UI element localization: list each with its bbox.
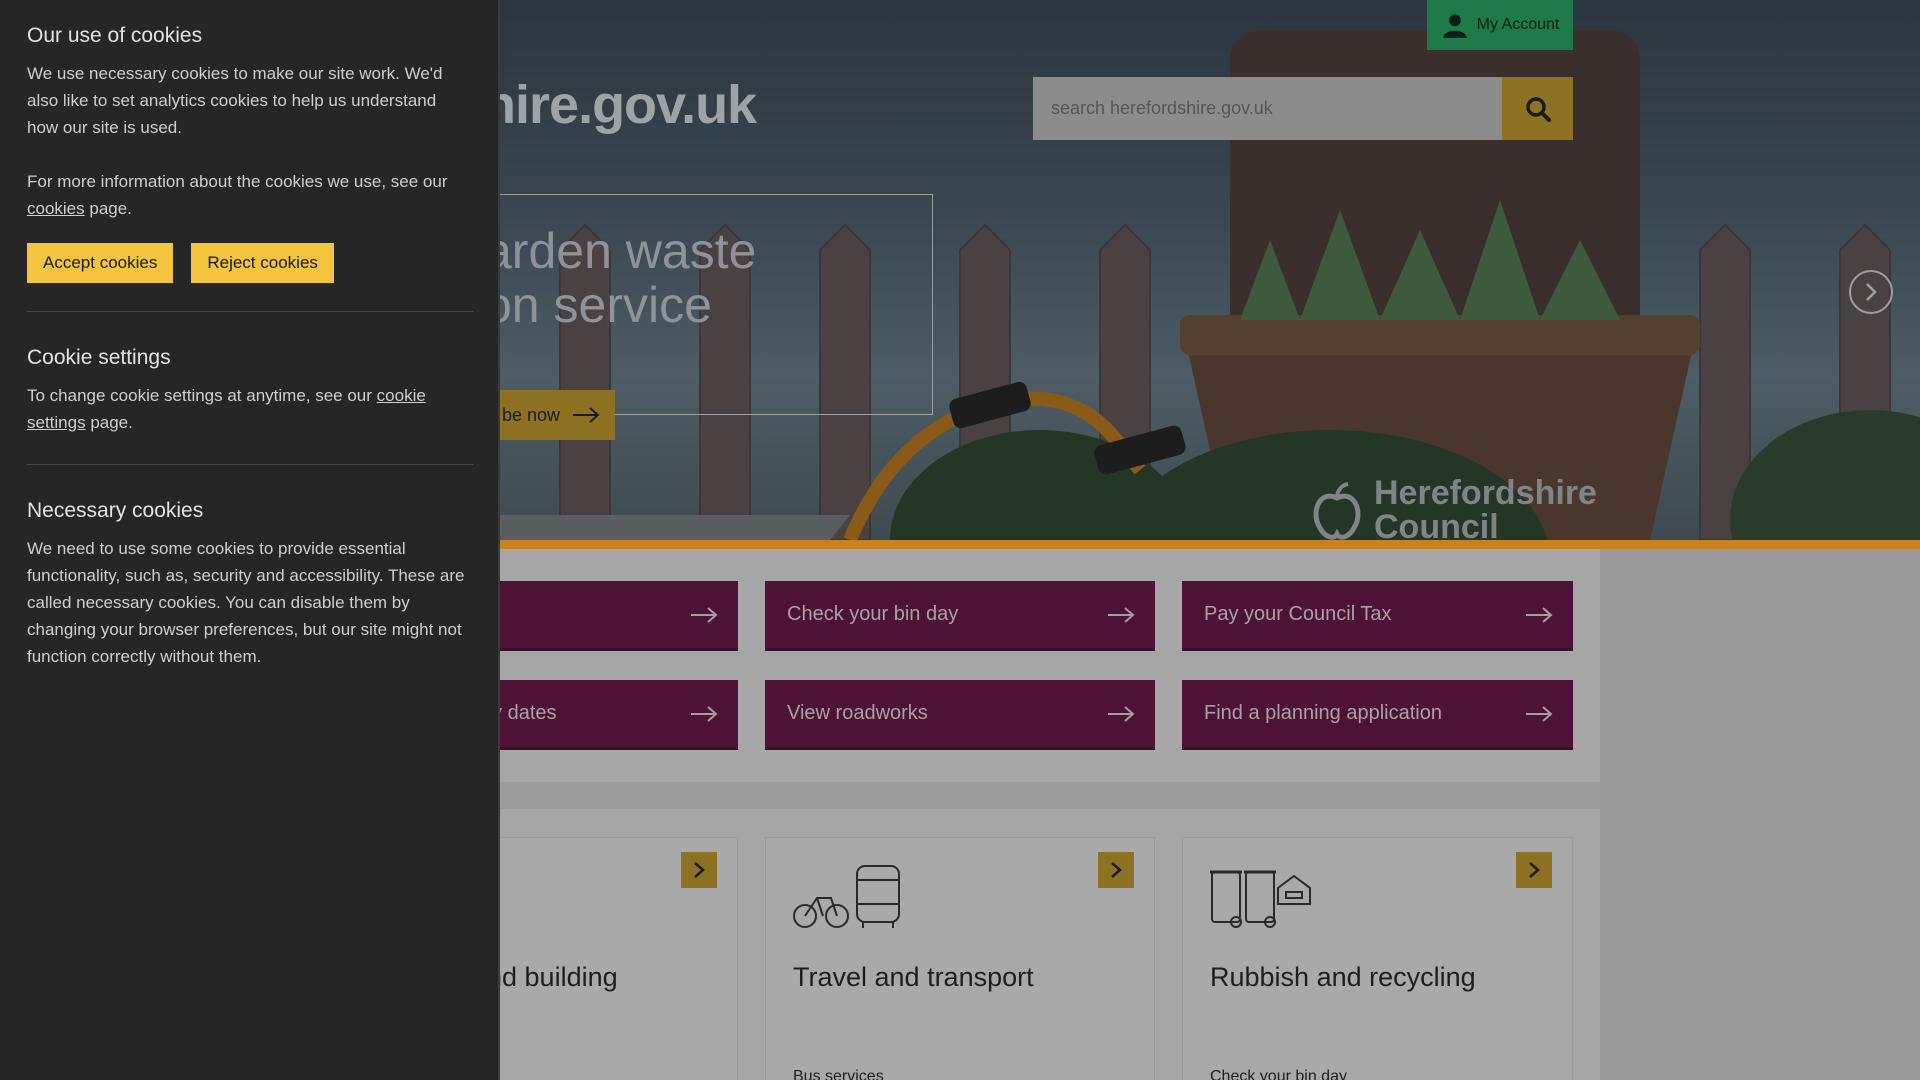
topic-card-rubbish[interactable]: Rubbish and recycling Check your bin day: [1182, 837, 1573, 1080]
bins-icon: [1210, 870, 1311, 928]
apple-logo-icon: [1313, 482, 1361, 540]
user-icon: [1442, 14, 1467, 38]
search-icon: [1525, 96, 1551, 122]
search-button[interactable]: [1502, 77, 1573, 140]
cookies-page-link[interactable]: cookies: [27, 199, 85, 218]
divider: [27, 311, 473, 312]
quick-link-pay-council-tax[interactable]: Pay your Council Tax: [1182, 581, 1573, 651]
cookie-heading: Our use of cookies: [27, 24, 203, 47]
arrow-right-icon: [1108, 606, 1135, 623]
arrow-right-icon: [691, 606, 718, 623]
my-account-label: My Account: [1476, 16, 1560, 33]
topic-link[interactable]: Check your bin day: [1210, 1068, 1347, 1080]
topic-title: Travel and transport: [793, 962, 1034, 992]
quick-link-check-bin-day[interactable]: Check your bin day: [765, 581, 1155, 651]
reject-cookies-button[interactable]: Reject cookies: [191, 243, 334, 283]
cookie-actions: Accept cookies Reject cookies: [27, 243, 471, 283]
accept-cookies-button[interactable]: Accept cookies: [27, 243, 174, 283]
necessary-cookies-text: We need to use some cookies to provide e…: [27, 539, 465, 666]
cookie-settings-text: To change cookie settings at anytime, se…: [27, 382, 471, 436]
arrow-right-icon: [573, 407, 600, 423]
council-logo-line2: Council: [1374, 508, 1499, 540]
cookie-more-info-prefix: For more information about the cookies w…: [27, 172, 448, 191]
necessary-cookies-heading: Necessary cookies: [27, 499, 204, 522]
quick-link-label: Pay your Council Tax: [1204, 603, 1392, 625]
bike-bus-icon: [793, 865, 900, 928]
arrow-right-icon: [1526, 705, 1553, 722]
arrow-right-icon: [1526, 606, 1553, 623]
divider: [27, 464, 473, 465]
arrow-right-icon: [691, 705, 718, 722]
council-logo: Herefordshire Council: [1310, 476, 1597, 540]
hero-title: arden waste on service: [484, 223, 757, 333]
quick-link-view-roadworks[interactable]: View roadworks: [765, 680, 1155, 750]
chevron-right-icon: [1866, 283, 1877, 301]
council-logo-line1: Herefordshire: [1374, 474, 1597, 512]
cookie-banner: Our use of cookies We use necessary cook…: [0, 0, 500, 1080]
topic-title: nd building: [487, 962, 618, 992]
cookie-more-info-suffix: page.: [84, 199, 132, 218]
my-account-button[interactable]: My Account: [1427, 0, 1573, 50]
search-form: [1033, 77, 1573, 140]
cookie-settings-suffix: page.: [85, 413, 133, 432]
page-margin: [1600, 549, 1920, 1080]
chevron-right-icon: [1516, 852, 1552, 888]
chevron-right-icon: [681, 852, 717, 888]
cookie-settings-prefix: To change cookie settings at anytime, se…: [27, 386, 377, 405]
topic-title: Rubbish and recycling: [1210, 962, 1476, 992]
cookie-intro-text: We use necessary cookies to make our sit…: [27, 64, 443, 137]
topic-link[interactable]: Bus services: [793, 1068, 884, 1080]
search-input[interactable]: [1033, 77, 1502, 140]
quick-link-label: Find a planning application: [1204, 702, 1442, 724]
cookie-more-info: For more information about the cookies w…: [27, 168, 471, 222]
quick-link-planning-application[interactable]: Find a planning application: [1182, 680, 1573, 750]
chevron-right-icon: [1098, 852, 1134, 888]
arrow-right-icon: [1108, 705, 1135, 722]
next-slide-button[interactable]: [1849, 270, 1893, 314]
hero-cta-label: be now: [502, 404, 561, 425]
cookie-settings-heading: Cookie settings: [27, 346, 171, 369]
topic-card-travel[interactable]: Travel and transport Bus services: [765, 837, 1155, 1080]
quick-link-label: View roadworks: [787, 702, 928, 724]
quick-link-label: Check your bin day: [787, 603, 959, 625]
section-divider: [400, 782, 1600, 809]
